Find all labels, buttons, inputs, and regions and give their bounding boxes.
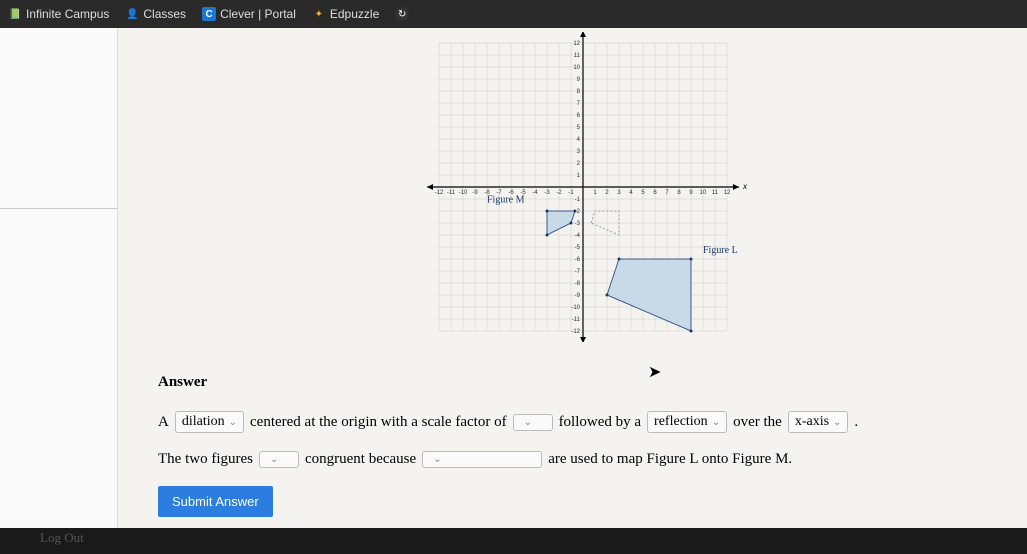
chevron-down-icon: ⌄	[270, 454, 278, 465]
svg-text:7: 7	[576, 101, 580, 107]
svg-text:4: 4	[629, 190, 633, 196]
sidebar-divider	[0, 208, 117, 209]
dropdown-transformation-2[interactable]: reflection ⌄	[647, 411, 727, 433]
svg-text:1: 1	[593, 190, 597, 196]
text-centered: centered at the origin with a scale fact…	[250, 414, 507, 431]
chevron-down-icon: ⌄	[712, 417, 720, 428]
svg-text:3: 3	[576, 149, 580, 155]
bookmark-refresh[interactable]: ↻	[395, 7, 409, 21]
bookmark-label: Infinite Campus	[26, 7, 109, 21]
bookmark-label: Clever | Portal	[220, 7, 296, 21]
svg-text:-10: -10	[458, 190, 467, 196]
text-two-figures: The two figures	[158, 451, 253, 468]
bookmark-label: Edpuzzle	[330, 7, 379, 21]
svg-text:-4: -4	[574, 233, 580, 239]
svg-text:9: 9	[689, 190, 693, 196]
svg-text:-11: -11	[571, 317, 580, 323]
svg-text:2: 2	[605, 190, 609, 196]
chevron-down-icon: ⌄	[433, 454, 441, 465]
bookmark-clever[interactable]: C Clever | Portal	[202, 7, 296, 21]
bookmark-infinite-campus[interactable]: 📗 Infinite Campus	[8, 7, 109, 21]
answer-line-1: A dilation ⌄ centered at the origin with…	[158, 411, 1007, 433]
svg-text:-6: -6	[574, 257, 580, 263]
svg-text:-12: -12	[571, 329, 580, 335]
dropdown-are[interactable]: ⌄	[259, 451, 299, 468]
svg-text:-9: -9	[472, 190, 478, 196]
svg-text:-5: -5	[574, 245, 580, 251]
edpuzzle-icon: ✦	[312, 7, 326, 21]
chevron-down-icon: ⌄	[229, 417, 237, 428]
main-content: -12-11-10-9-8-7-6-5-4-3-2-11234567891011…	[118, 28, 1027, 528]
coordinate-graph: -12-11-10-9-8-7-6-5-4-3-2-11234567891011…	[403, 32, 763, 342]
svg-text:-7: -7	[574, 269, 580, 275]
svg-text:5: 5	[576, 125, 580, 131]
svg-text:8: 8	[677, 190, 681, 196]
svg-text:4: 4	[576, 137, 580, 143]
svg-text:x: x	[742, 182, 748, 191]
text-congruent: congruent because	[305, 451, 416, 468]
dropdown-value: dilation	[182, 414, 225, 430]
svg-text:1: 1	[576, 173, 580, 179]
dropdown-scale-factor[interactable]: ⌄	[513, 414, 553, 431]
bookmark-classes[interactable]: 👤 Classes	[125, 7, 186, 21]
svg-text:-11: -11	[446, 190, 455, 196]
dropdown-transformation-1[interactable]: dilation ⌄	[175, 411, 244, 433]
clever-icon: C	[202, 7, 216, 21]
bookmark-edpuzzle[interactable]: ✦ Edpuzzle	[312, 7, 379, 21]
answer-heading: Answer	[158, 374, 1007, 391]
refresh-icon: ↻	[395, 7, 409, 21]
dropdown-value: x-axis	[795, 414, 829, 430]
svg-text:10: 10	[573, 65, 580, 71]
svg-text:-9: -9	[574, 293, 580, 299]
bookmark-label: Classes	[143, 7, 186, 21]
chevron-down-icon: ⌄	[833, 417, 841, 428]
svg-text:-4: -4	[532, 190, 538, 196]
content: -12-11-10-9-8-7-6-5-4-3-2-11234567891011…	[0, 28, 1027, 528]
text-over: over the	[733, 414, 782, 431]
svg-text:-1: -1	[568, 190, 574, 196]
svg-text:2: 2	[576, 161, 580, 167]
graph-container: -12-11-10-9-8-7-6-5-4-3-2-11234567891011…	[158, 28, 1007, 342]
svg-text:6: 6	[653, 190, 657, 196]
logout-link[interactable]: Log Out	[40, 530, 84, 546]
svg-text:-10: -10	[571, 305, 580, 311]
svg-text:Figure L: Figure L	[703, 245, 738, 256]
svg-text:12: 12	[723, 190, 730, 196]
svg-text:Figure M: Figure M	[487, 195, 525, 206]
chevron-down-icon: ⌄	[524, 417, 532, 428]
text-a: A	[158, 414, 169, 431]
submit-button[interactable]: Submit Answer	[158, 486, 273, 517]
svg-text:12: 12	[573, 41, 580, 47]
svg-text:6: 6	[576, 113, 580, 119]
classes-icon: 👤	[125, 7, 139, 21]
sidebar	[0, 28, 118, 528]
dropdown-axis[interactable]: x-axis ⌄	[788, 411, 849, 433]
svg-text:5: 5	[641, 190, 645, 196]
svg-text:3: 3	[617, 190, 621, 196]
bookmarks-bar: 📗 Infinite Campus 👤 Classes C Clever | P…	[0, 0, 1027, 28]
text-period: .	[854, 414, 858, 431]
svg-text:10: 10	[699, 190, 706, 196]
svg-text:8: 8	[576, 89, 580, 95]
svg-text:-3: -3	[574, 221, 580, 227]
svg-text:-1: -1	[574, 197, 580, 203]
svg-text:11: 11	[573, 53, 580, 59]
svg-text:11: 11	[711, 190, 718, 196]
svg-text:-3: -3	[544, 190, 550, 196]
infinite-campus-icon: 📗	[8, 7, 22, 21]
answer-line-2: The two figures ⌄ congruent because ⌄ ar…	[158, 451, 1007, 468]
svg-text:9: 9	[576, 77, 580, 83]
svg-text:7: 7	[665, 190, 669, 196]
dropdown-reason[interactable]: ⌄	[422, 451, 542, 468]
text-followed: followed by a	[559, 414, 641, 431]
svg-text:-8: -8	[574, 281, 580, 287]
text-used-to-map: are used to map Figure L onto Figure M.	[548, 451, 792, 468]
svg-text:-12: -12	[434, 190, 443, 196]
answer-section: Answer A dilation ⌄ centered at the orig…	[158, 374, 1007, 517]
svg-text:-2: -2	[556, 190, 562, 196]
dropdown-value: reflection	[654, 414, 708, 430]
